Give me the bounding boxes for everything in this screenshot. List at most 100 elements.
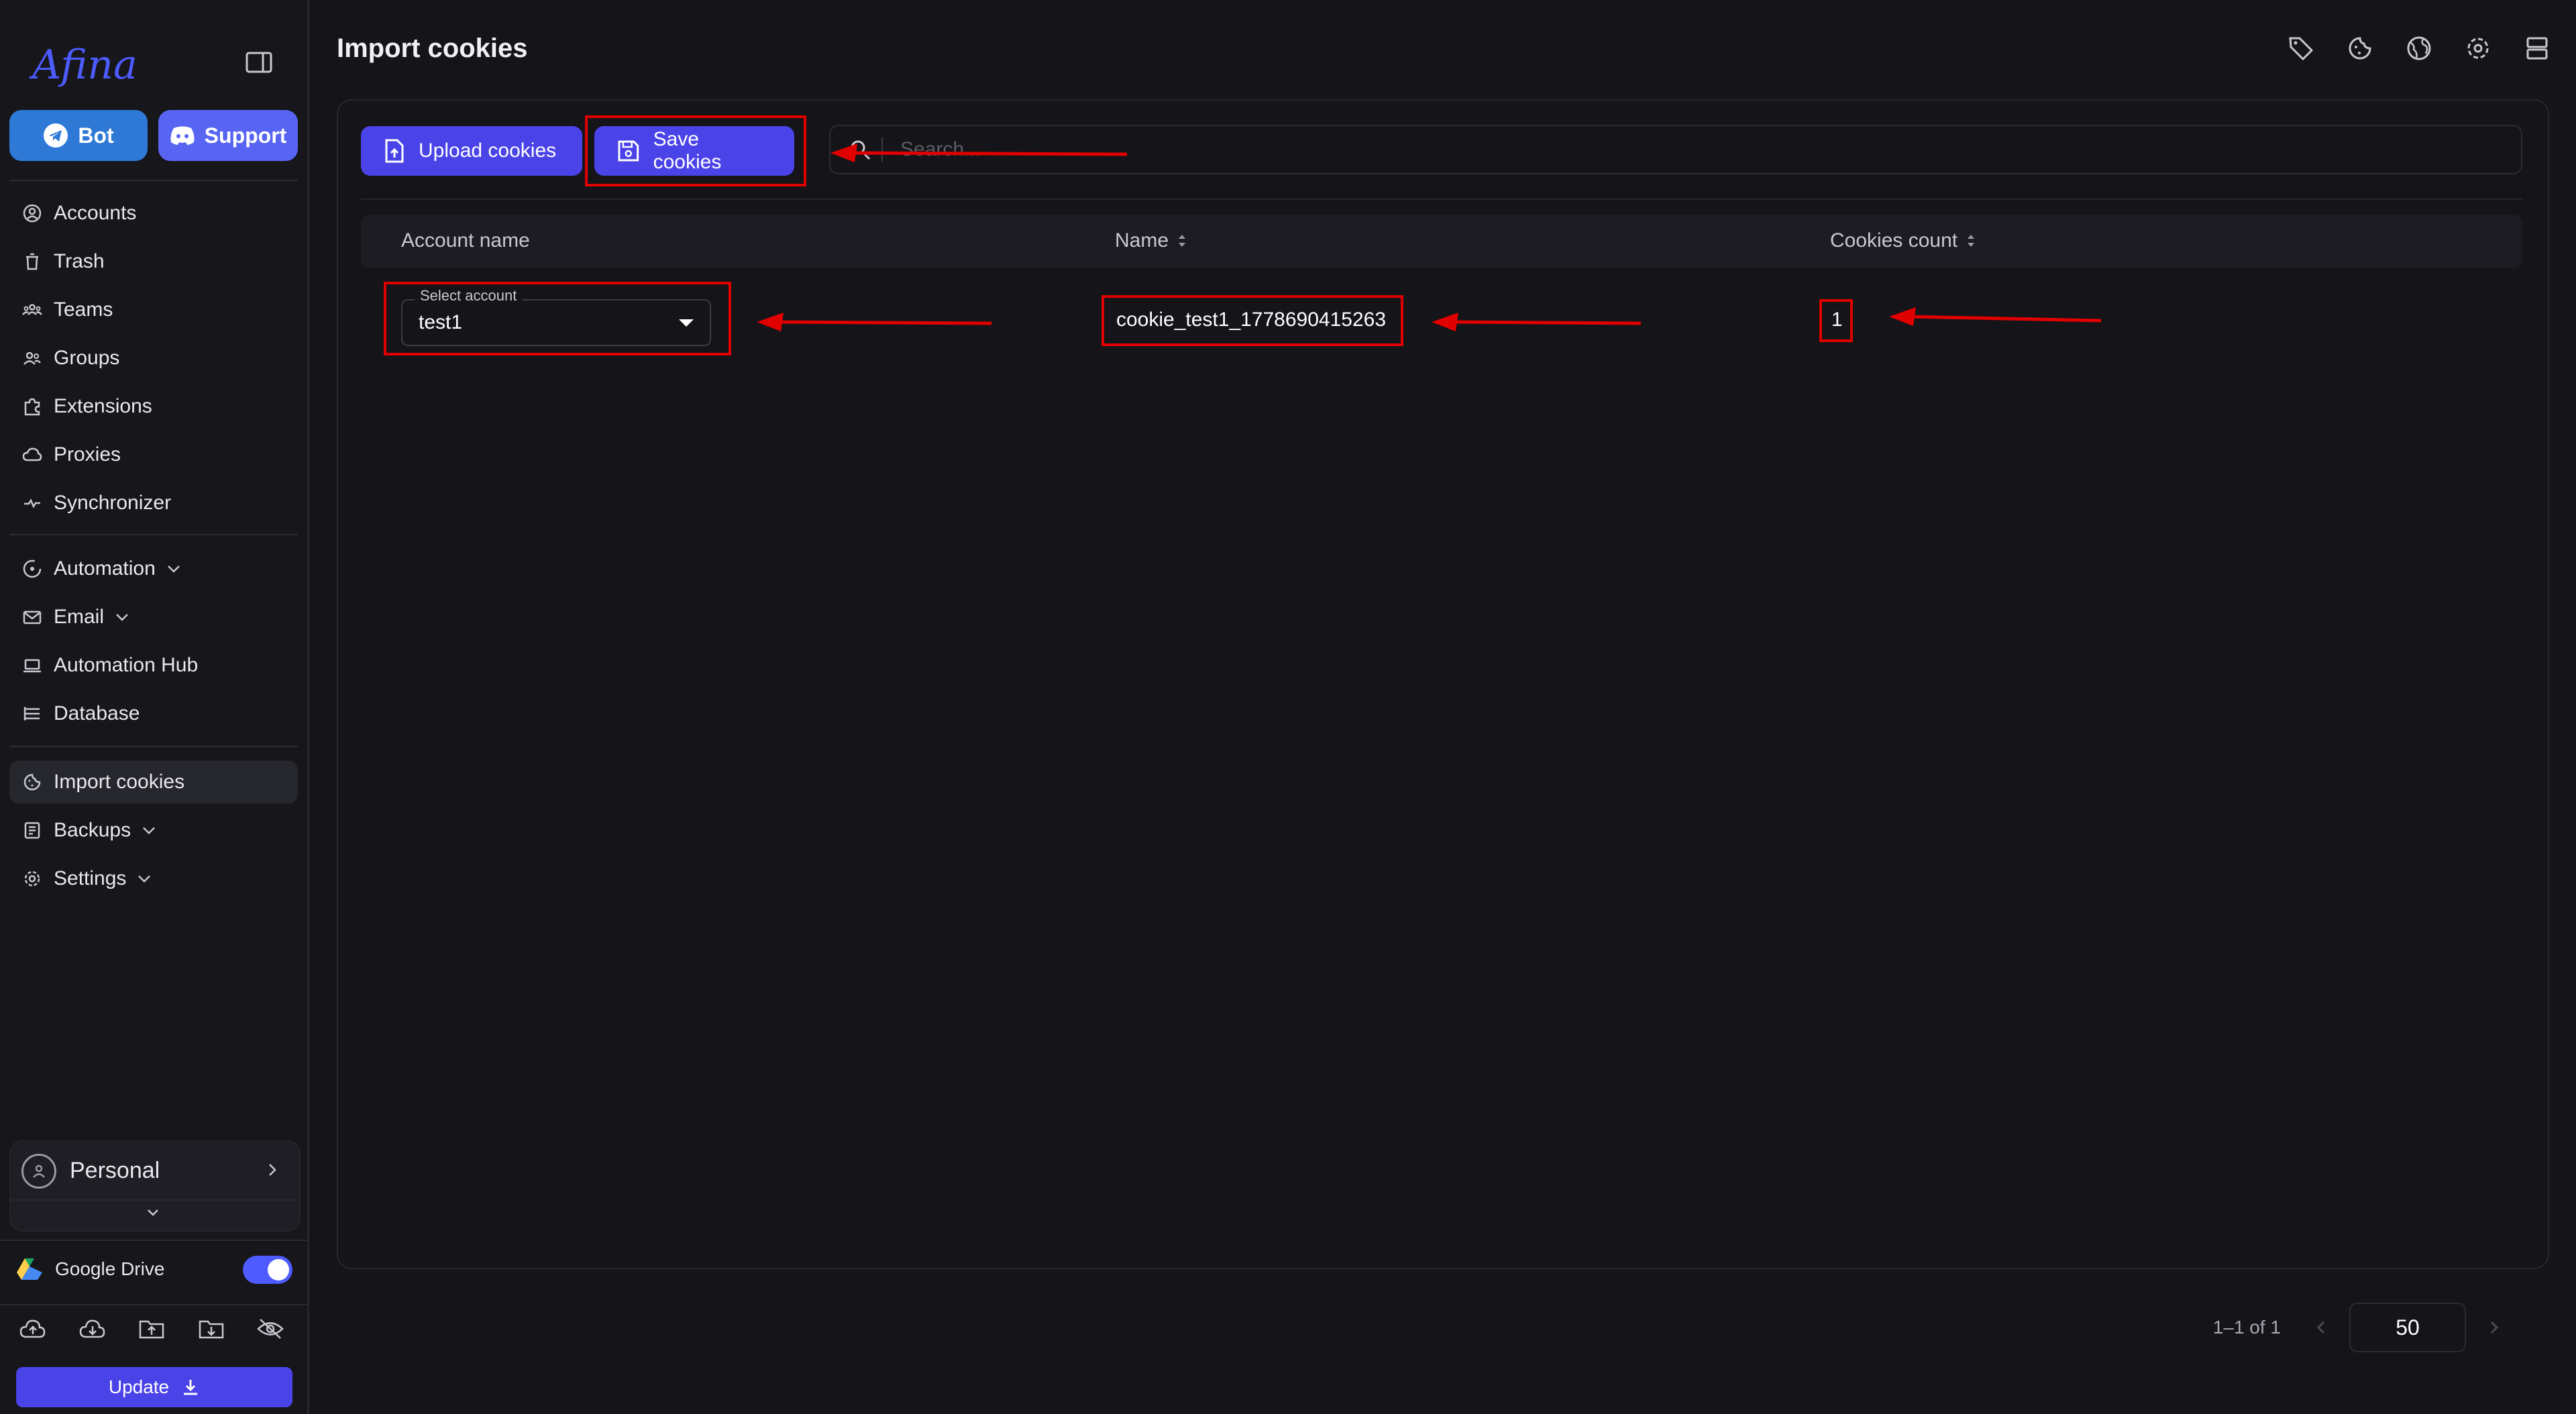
- sidebar-item-label: Settings: [54, 867, 127, 889]
- update-button[interactable]: Update: [16, 1367, 292, 1407]
- google-drive-icon: [17, 1258, 42, 1280]
- gear-icon: [21, 868, 43, 889]
- cookie-icon: [21, 771, 43, 793]
- sidebar-item-settings[interactable]: Settings: [9, 857, 298, 900]
- column-header-name[interactable]: Name: [1115, 229, 1187, 252]
- sort-icon[interactable]: [1966, 231, 1976, 250]
- divider: [9, 746, 298, 747]
- cloud-upload-icon[interactable]: [17, 1313, 48, 1344]
- sidebar-item-database[interactable]: Database: [9, 692, 298, 735]
- sidebar-item-label: Database: [54, 702, 140, 724]
- automation-icon: [21, 558, 43, 580]
- bot-button[interactable]: Bot: [9, 110, 148, 161]
- folder-upload-icon[interactable]: [136, 1313, 167, 1344]
- sidebar-item-automation-hub[interactable]: Automation Hub: [9, 644, 298, 687]
- sidebar-item-groups[interactable]: Groups: [9, 337, 298, 380]
- cloud-icon: [21, 444, 43, 466]
- folder-download-icon[interactable]: [196, 1313, 227, 1344]
- column-label: Account name: [401, 229, 530, 252]
- sidebar-item-automation[interactable]: Automation: [9, 547, 298, 590]
- trash-icon: [21, 251, 43, 272]
- gear-icon[interactable]: [2463, 34, 2493, 63]
- sidebar-item-teams[interactable]: Teams: [9, 288, 298, 331]
- annotation-box-name: [1102, 295, 1403, 346]
- sidebar-item-label: Import cookies: [54, 771, 185, 793]
- annotation-arrow: [757, 313, 992, 331]
- previous-page-icon[interactable]: [2308, 1314, 2334, 1341]
- sidebar-item-label: Groups: [54, 347, 120, 369]
- sidebar-item-synchronizer[interactable]: Synchronizer: [9, 482, 298, 525]
- laptop-icon: [21, 655, 43, 676]
- page-title: Import cookies: [337, 34, 528, 63]
- user-icon: [33, 1164, 45, 1178]
- sort-icon[interactable]: [1177, 231, 1187, 250]
- backup-icon: [21, 820, 43, 841]
- layout-rows-icon[interactable]: [2522, 34, 2552, 63]
- database-icon: [21, 703, 43, 724]
- account-circle-icon: [21, 203, 43, 224]
- table-header: Account name Name Cookies count: [361, 215, 2522, 268]
- sidebar-item-label: Extensions: [54, 395, 152, 417]
- divider: [0, 1240, 307, 1241]
- chevron-down-icon[interactable]: [144, 1203, 162, 1222]
- file-upload-icon: [385, 139, 404, 163]
- telegram-icon: [44, 123, 68, 148]
- sidebar-item-import-cookies[interactable]: Import cookies: [9, 761, 298, 804]
- next-page-icon[interactable]: [2481, 1314, 2508, 1341]
- support-button[interactable]: Support: [158, 110, 298, 161]
- column-header-account-name[interactable]: Account name: [401, 229, 530, 252]
- page-size-select[interactable]: 50: [2349, 1303, 2466, 1352]
- sidebar-item-label: Backups: [54, 819, 131, 841]
- sidebar-item-trash[interactable]: Trash: [9, 240, 298, 283]
- divider: [9, 534, 298, 535]
- sidebar-item-proxies[interactable]: Proxies: [9, 433, 298, 476]
- sidebar-item-backups[interactable]: Backups: [9, 809, 298, 852]
- discord-icon: [170, 126, 195, 145]
- sidebar-item-label: Synchronizer: [54, 492, 172, 514]
- teams-icon: [21, 299, 43, 321]
- sidebar-item-extensions[interactable]: Extensions: [9, 385, 298, 428]
- cookies-panel: [337, 99, 2549, 1269]
- sidebar-item-label: Trash: [54, 250, 105, 272]
- chevron-right-icon[interactable]: [264, 1162, 280, 1178]
- divider: [11, 1199, 299, 1201]
- eye-off-icon[interactable]: [255, 1313, 286, 1344]
- sidebar-item-label: Automation: [54, 557, 156, 580]
- upload-cookies-button[interactable]: Upload cookies: [361, 126, 582, 176]
- column-label: Name: [1115, 229, 1169, 252]
- pagination-range: 1–1 of 1: [2212, 1317, 2281, 1338]
- workspace-selector[interactable]: Personal: [9, 1140, 301, 1232]
- divider: [9, 180, 298, 181]
- workspace-label: Personal: [70, 1158, 160, 1183]
- annotation-box-account: [384, 282, 731, 356]
- tag-icon[interactable]: [2286, 34, 2316, 63]
- column-label: Cookies count: [1830, 229, 1958, 252]
- annotation-box-count: [1819, 299, 1853, 342]
- column-header-cookies-count[interactable]: Cookies count: [1830, 229, 1976, 252]
- chevron-down-icon: [116, 614, 128, 621]
- bottom-actions: [17, 1313, 286, 1344]
- google-drive-toggle[interactable]: [243, 1256, 292, 1284]
- chevron-down-icon: [143, 827, 155, 834]
- divider: [361, 199, 2522, 200]
- annotation-arrow: [1432, 313, 1642, 331]
- divider: [0, 1304, 307, 1305]
- sidebar: Afina Bot Support Accounts Trash Teams G…: [0, 0, 309, 1414]
- chevron-down-icon: [138, 875, 151, 883]
- sidebar-item-label: Email: [54, 606, 105, 628]
- annotation-box-save: [585, 115, 806, 186]
- bot-button-label: Bot: [78, 123, 114, 148]
- globe-icon[interactable]: [2404, 34, 2434, 63]
- sidebar-collapse-icon[interactable]: [246, 51, 272, 74]
- upload-cookies-label: Upload cookies: [419, 140, 557, 162]
- cloud-download-icon[interactable]: [77, 1313, 108, 1344]
- sync-icon: [21, 492, 43, 514]
- sidebar-item-accounts[interactable]: Accounts: [9, 192, 298, 235]
- download-icon: [184, 1380, 198, 1395]
- sidebar-item-email[interactable]: Email: [9, 596, 298, 639]
- cookie-icon[interactable]: [2345, 34, 2375, 63]
- update-button-label: Update: [108, 1376, 170, 1397]
- sidebar-item-label: Automation Hub: [54, 654, 199, 676]
- sidebar-item-label: Proxies: [54, 443, 121, 466]
- avatar: [21, 1154, 56, 1189]
